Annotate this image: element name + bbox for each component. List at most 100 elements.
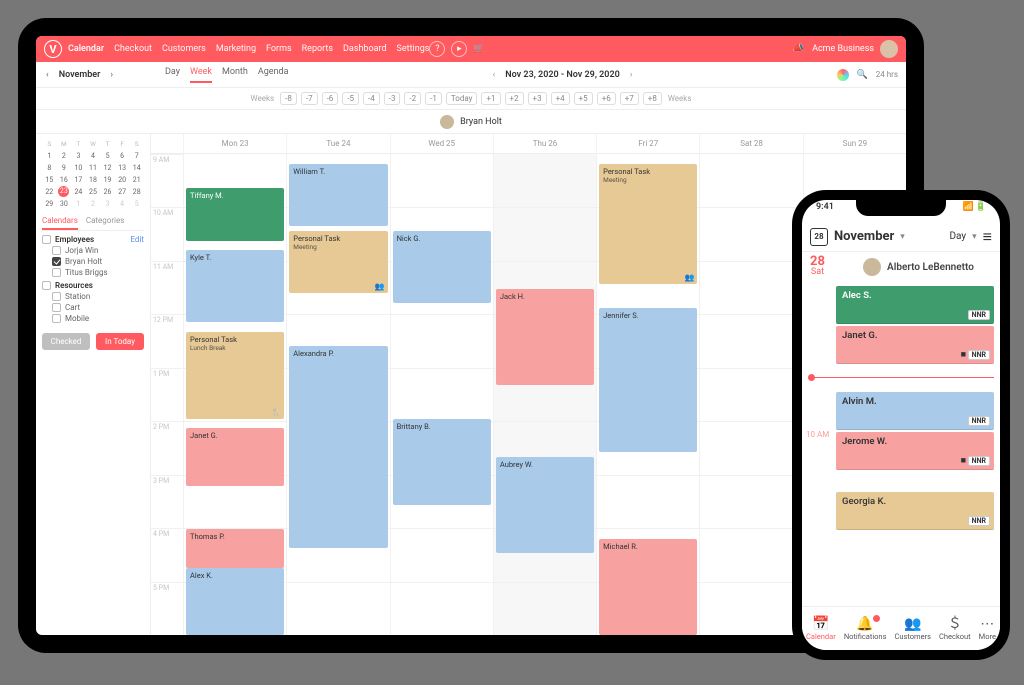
calendar-event[interactable]: Personal TaskLunch Break🍴 (186, 332, 284, 419)
checkbox[interactable] (52, 257, 61, 266)
phone-menu-icon[interactable]: ≡ (983, 232, 992, 242)
month-prev[interactable]: ‹ (44, 68, 51, 82)
hours-toggle[interactable]: 24 hrs (876, 70, 898, 79)
minical-day[interactable]: 4 (115, 198, 130, 210)
minical-day[interactable]: 20 (115, 174, 130, 186)
minical-day[interactable]: 2 (86, 198, 101, 210)
phone-view-dropdown-icon[interactable]: ▾ (972, 232, 977, 242)
calendar-event[interactable]: Brittany B. (393, 419, 491, 506)
minical-day[interactable]: 23 (58, 186, 69, 197)
phone-date[interactable]: 28 Sat (810, 257, 825, 277)
range-next[interactable]: › (630, 70, 633, 80)
checked-button[interactable]: Checked (42, 333, 90, 350)
phone-event[interactable]: Jerome W.■NNR (836, 432, 994, 470)
week+3[interactable]: +3 (528, 92, 547, 105)
sbtab-calendars[interactable]: Calendars (42, 216, 78, 230)
calendar-event[interactable]: Alexandra P. (289, 346, 387, 548)
nav-settings[interactable]: Settings (397, 44, 430, 54)
business-name[interactable]: Acme Business (812, 44, 874, 54)
minical-day[interactable]: 28 (129, 186, 144, 198)
employee-item[interactable]: Titus Briggs (52, 268, 144, 277)
phone-tab-calendar[interactable]: 📅Calendar (806, 617, 836, 641)
phone-event-list[interactable]: 10 AMAlec S.NNRJanet G.■NNRAlvin M.NNRJe… (802, 282, 1000, 606)
play-icon[interactable]: ▸ (451, 41, 467, 57)
calendar-event[interactable]: Alex K. (186, 568, 284, 635)
day-column[interactable]: William T.Personal TaskMeeting👥 Alexandra… (286, 154, 389, 635)
phone-event[interactable]: Alec S.NNR (836, 286, 994, 324)
minical-day[interactable]: 13 (115, 162, 130, 174)
phone-tab-customers[interactable]: 👥Customers (894, 617, 931, 641)
calendar-event[interactable]: Kyle T. (186, 250, 284, 322)
week+5[interactable]: +5 (574, 92, 593, 105)
minical-day[interactable]: 30 (57, 198, 72, 210)
resources-checkbox[interactable] (42, 281, 51, 290)
day-column[interactable]: Tiffany M. Kyle T. Personal TaskLunch Brea… (183, 154, 286, 635)
minical-day[interactable]: 1 (71, 198, 86, 210)
employee-item[interactable]: Bryan Holt (52, 257, 144, 266)
month-next[interactable]: › (108, 68, 115, 82)
view-agenda[interactable]: Agenda (258, 67, 289, 83)
calendar-event[interactable]: Jennifer S. (599, 308, 697, 452)
minical-day[interactable]: 16 (57, 174, 72, 186)
day-column[interactable] (699, 154, 802, 635)
checkbox[interactable] (52, 292, 61, 301)
checkbox[interactable] (52, 314, 61, 323)
phone-event[interactable]: Alvin M.NNR (836, 392, 994, 430)
minical-day[interactable]: 4 (86, 150, 101, 162)
minical-day[interactable]: 3 (71, 150, 86, 162)
phone-month-dropdown-icon[interactable]: ▾ (900, 232, 905, 242)
calendar-event[interactable]: Michael R. (599, 539, 697, 635)
phone-event[interactable]: Georgia K.NNR (836, 492, 994, 530)
day-column[interactable]: Jack H.Aubrey W. (493, 154, 596, 635)
phone-month[interactable]: November (834, 229, 894, 244)
minical-day[interactable]: 12 (100, 162, 115, 174)
calendar-event[interactable]: Tiffany M. (186, 188, 284, 241)
minical-day[interactable]: 3 (100, 198, 115, 210)
minical-day[interactable]: 24 (71, 186, 86, 198)
phone-view[interactable]: Day (949, 231, 966, 242)
nav-marketing[interactable]: Marketing (216, 44, 256, 54)
phone-tab-notifications[interactable]: 🔔Notifications (844, 617, 887, 641)
minical-day[interactable]: 17 (71, 174, 86, 186)
search-icon[interactable]: 🔍 (857, 70, 868, 80)
minical-day[interactable]: 8 (42, 162, 57, 174)
minical-day[interactable]: 7 (129, 150, 144, 162)
sbtab-categories[interactable]: Categories (86, 216, 125, 230)
week-6[interactable]: -6 (322, 92, 339, 105)
minical-day[interactable]: 9 (57, 162, 72, 174)
cart-icon[interactable]: 🛒 (473, 44, 484, 54)
calendar-event[interactable]: Personal TaskMeeting👥 (289, 231, 387, 294)
minical-day[interactable]: 5 (129, 198, 144, 210)
help-icon[interactable]: ? (429, 41, 445, 57)
view-week[interactable]: Week (190, 67, 212, 83)
calendar-event[interactable]: Thomas P. (186, 529, 284, 567)
calendar-event[interactable]: William T. (289, 164, 387, 227)
checkbox[interactable] (52, 246, 61, 255)
minical-day[interactable]: 6 (115, 150, 130, 162)
view-month[interactable]: Month (222, 67, 248, 83)
week-2[interactable]: -2 (404, 92, 421, 105)
minical-day[interactable]: 25 (86, 186, 101, 198)
week-5[interactable]: -5 (342, 92, 359, 105)
calendar-event[interactable]: Janet G. (186, 428, 284, 486)
resource-item[interactable]: Station (52, 292, 144, 301)
week+7[interactable]: +7 (620, 92, 639, 105)
calendar-event[interactable]: Aubrey W. (496, 457, 594, 553)
week-today[interactable]: Today (446, 92, 478, 105)
phone-tab-checkout[interactable]: ＄Checkout (939, 617, 971, 641)
week+1[interactable]: +1 (481, 92, 500, 105)
nav-customers[interactable]: Customers (162, 44, 206, 54)
week-4[interactable]: -4 (363, 92, 380, 105)
nav-forms[interactable]: Forms (266, 44, 292, 54)
nav-calendar[interactable]: Calendar (68, 44, 104, 54)
minical-day[interactable]: 10 (71, 162, 86, 174)
week+4[interactable]: +4 (551, 92, 570, 105)
minical-day[interactable]: 26 (100, 186, 115, 198)
checkbox[interactable] (52, 268, 61, 277)
month-label[interactable]: November (59, 70, 101, 80)
calendar-event[interactable]: Personal TaskMeeting👥 (599, 164, 697, 284)
in-today-button[interactable]: In Today (96, 333, 144, 350)
view-day[interactable]: Day (165, 67, 180, 83)
app-logo[interactable]: V (44, 40, 62, 58)
day-column[interactable]: Nick G.Brittany B. (390, 154, 493, 635)
